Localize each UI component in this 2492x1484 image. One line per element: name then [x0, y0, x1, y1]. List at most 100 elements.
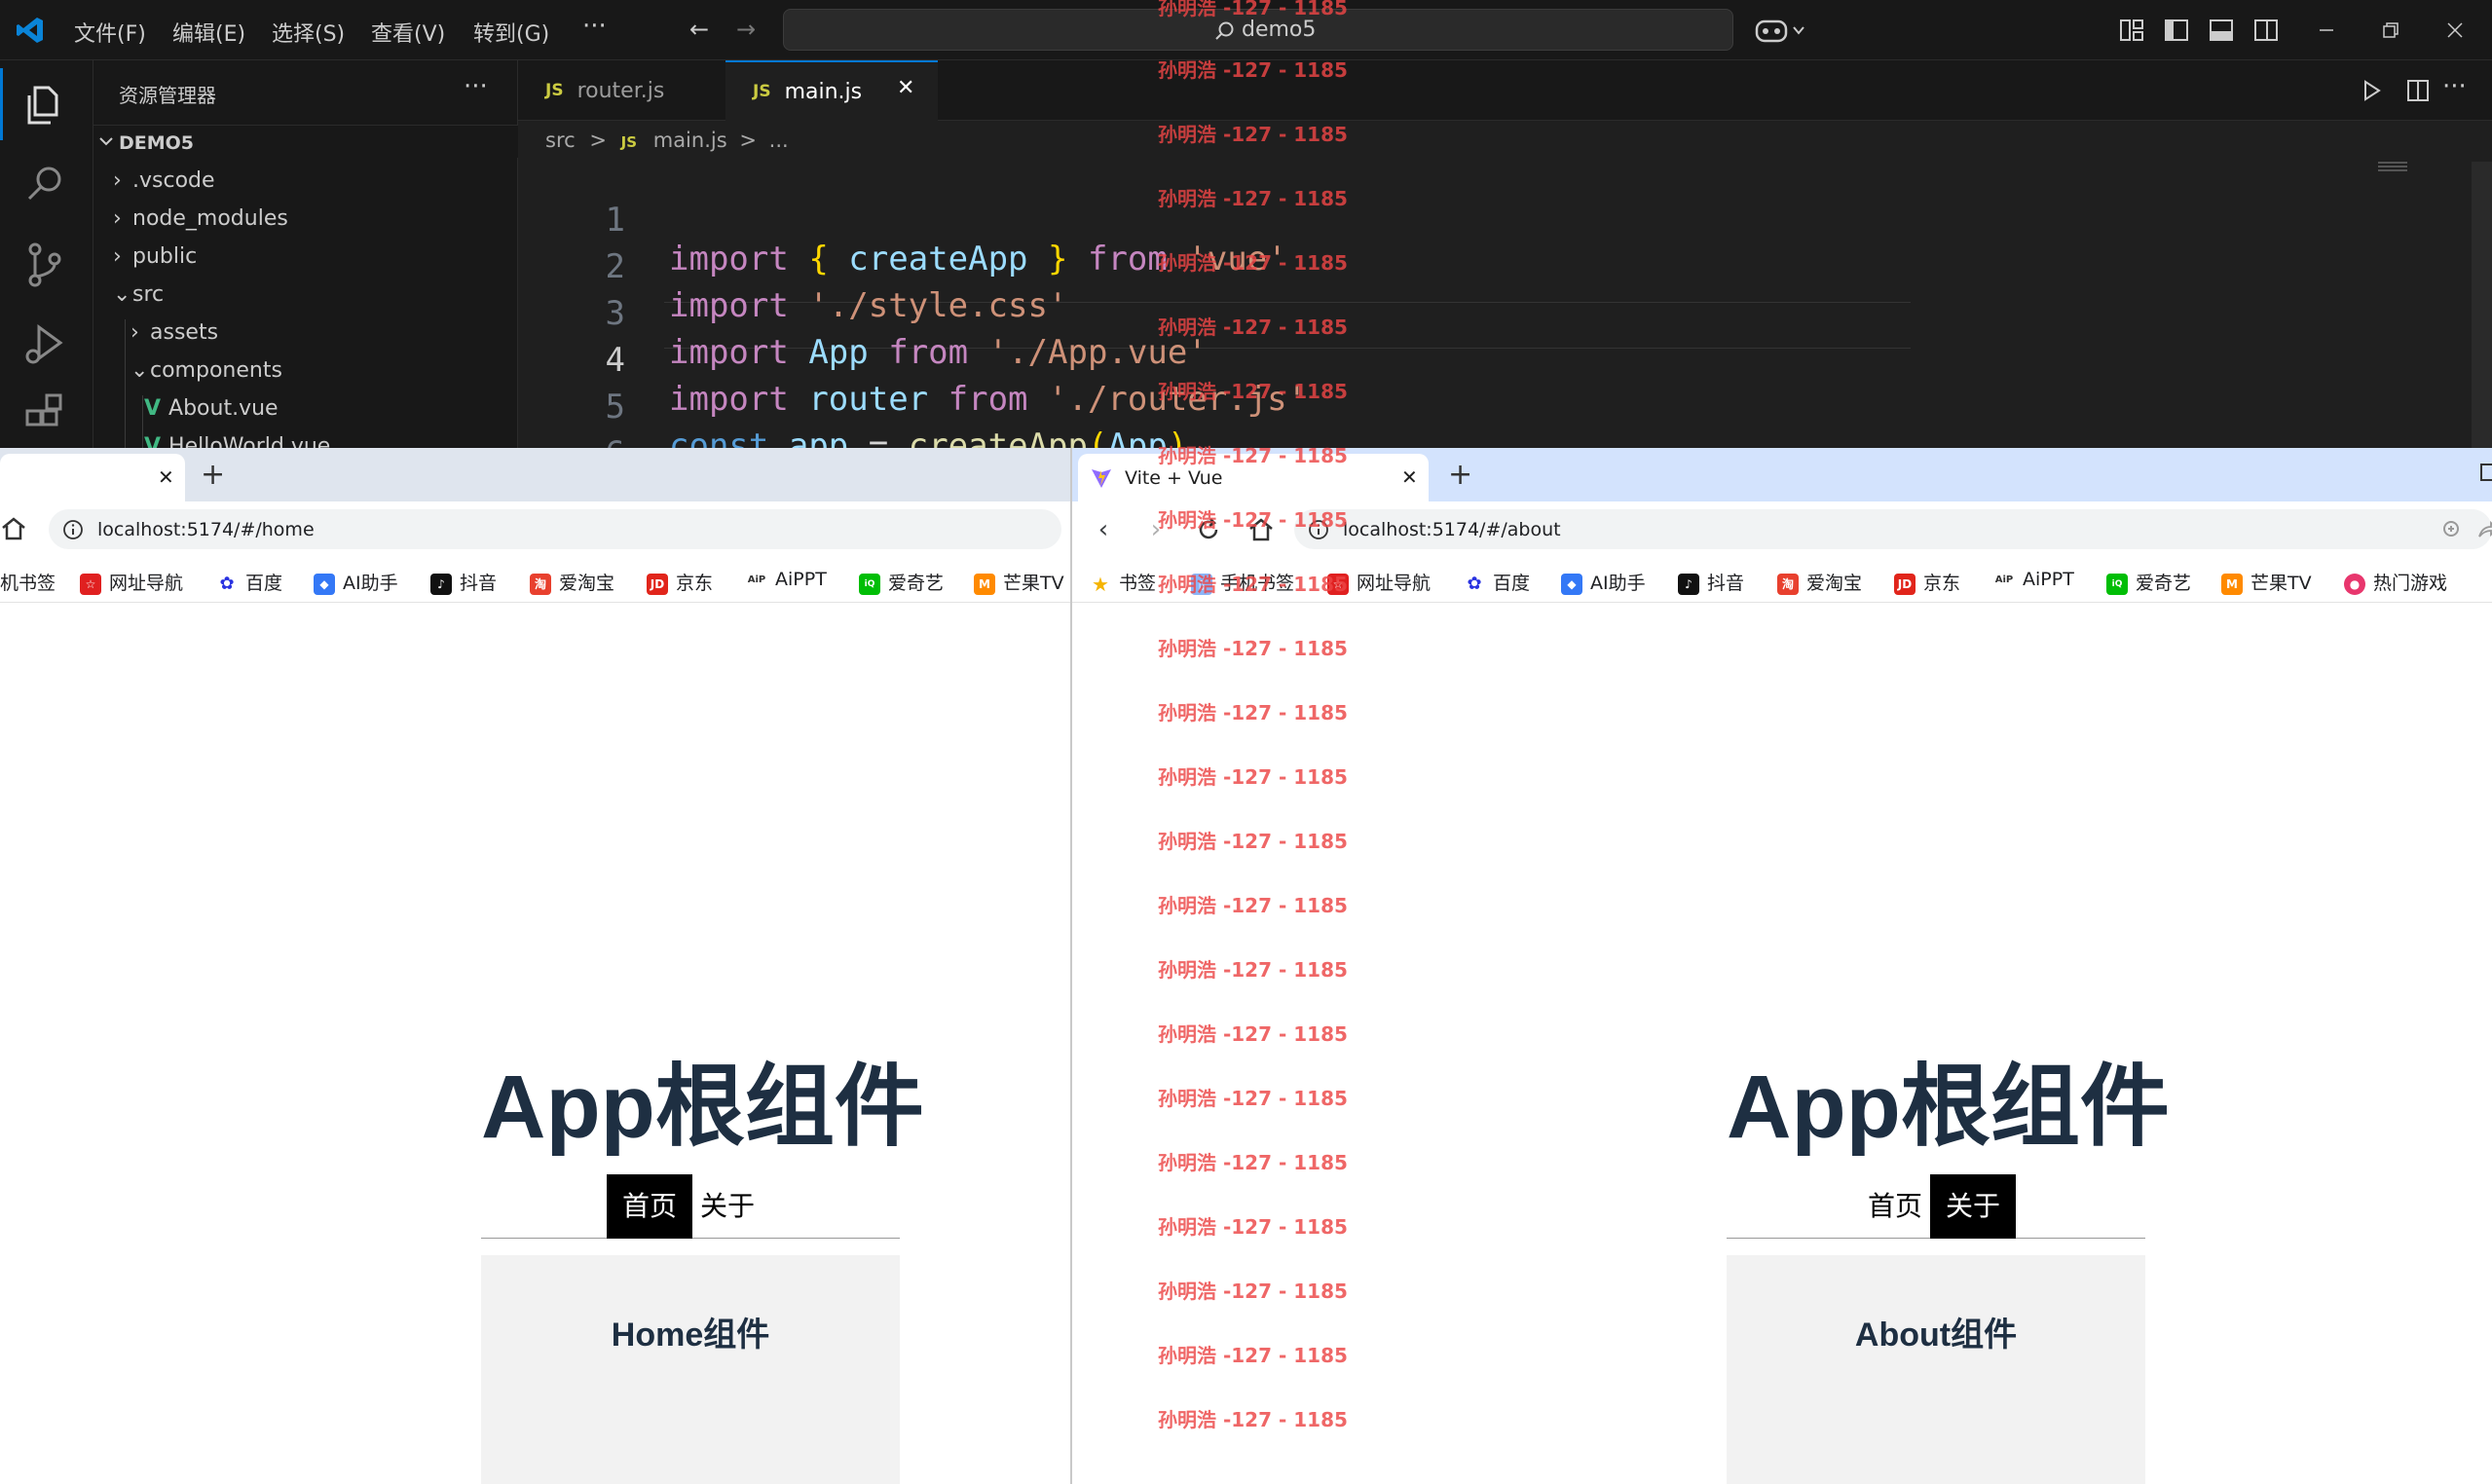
- code-line-3[interactable]: 3 import App from './App.vue': [518, 255, 2368, 372]
- customize-layout-icon[interactable]: [2119, 18, 2144, 43]
- tab-title: Vite + Vue: [1125, 466, 1223, 489]
- search-activity-icon[interactable]: [18, 158, 72, 212]
- editor-area: JS router.js JS main.js ✕ ··· src > JS m…: [518, 60, 2492, 512]
- bookmark-baidu[interactable]: ✿ 百度: [216, 569, 282, 595]
- bookmark-iqiyi[interactable]: iQ 爱奇艺: [859, 569, 944, 595]
- bookmark-mangotv[interactable]: M 芒果TV: [2221, 569, 2312, 595]
- tree-item-about-vue[interactable]: V About.vue: [144, 396, 279, 421]
- close-tab-icon[interactable]: ✕: [897, 76, 914, 100]
- iqiyi-icon: iQ: [2106, 573, 2128, 595]
- router-nav: 首页 关于: [1727, 1174, 2145, 1239]
- address-bar[interactable]: localhost:5174/#/about: [1294, 509, 2492, 549]
- watermark-text: 孙明浩 -127 - 1185: [1158, 1022, 1348, 1046]
- breadcrumb-folder[interactable]: src: [545, 129, 576, 152]
- browser-tab-home[interactable]: ✕: [0, 454, 185, 501]
- menu-more[interactable]: ···: [582, 12, 607, 41]
- tree-item-src[interactable]: ⌄src: [113, 282, 164, 307]
- restore-icon[interactable]: [2378, 18, 2403, 43]
- run-debug-icon[interactable]: [18, 317, 72, 372]
- code-line-6[interactable]: 6 app.use(router): [518, 395, 2368, 512]
- watermark-text: 孙明浩 -127 - 1185: [1158, 444, 1348, 467]
- minimap[interactable]: [2378, 162, 2407, 173]
- minimize-icon[interactable]: [2314, 18, 2339, 43]
- bookmark-jd[interactable]: JD 京东: [647, 569, 713, 595]
- close-tab-icon[interactable]: ✕: [158, 465, 174, 489]
- bookmark-mangotv[interactable]: M 芒果TV: [974, 569, 1064, 595]
- source-control-icon[interactable]: [18, 238, 72, 292]
- zoom-icon[interactable]: [2441, 519, 2463, 540]
- bookmark-iqiyi[interactable]: iQ 爱奇艺: [2106, 569, 2191, 595]
- bookmark-nav[interactable]: ☆ 网址导航: [80, 569, 183, 595]
- scrollbar[interactable]: [2472, 162, 2492, 448]
- toggle-sidebar-icon[interactable]: [2164, 18, 2189, 43]
- bookmark-baidu[interactable]: ✿ 百度: [1464, 569, 1530, 595]
- bookmark-douyin[interactable]: ♪ 抖音: [430, 569, 497, 595]
- code-line-1[interactable]: 1 import { createApp } from 'vue': [518, 162, 2368, 278]
- chevron-right-icon: ›: [113, 244, 122, 269]
- bookmark-ai[interactable]: ◆ AI助手: [1561, 569, 1646, 595]
- menu-selection[interactable]: 选择(S): [272, 17, 345, 48]
- new-tab-button[interactable]: +: [1448, 458, 1472, 492]
- close-tab-icon[interactable]: ✕: [1401, 465, 1418, 489]
- home-icon[interactable]: [0, 515, 27, 542]
- iqiyi-icon: iQ: [859, 573, 880, 595]
- tab-label: main.js: [784, 79, 863, 104]
- back-icon[interactable]: ‹: [1086, 512, 1121, 547]
- menu-view[interactable]: 查看(V): [371, 17, 445, 48]
- tab-label: router.js: [577, 78, 665, 103]
- breadcrumb-file[interactable]: main.js: [653, 129, 727, 152]
- bookmark-jd[interactable]: JD 京东: [1894, 569, 1960, 595]
- close-window-icon[interactable]: [2442, 18, 2468, 43]
- editor-more-icon[interactable]: ···: [2442, 72, 2467, 101]
- toggle-panel-icon[interactable]: [2209, 18, 2234, 43]
- tree-item-vscode[interactable]: › .vscode: [113, 168, 215, 193]
- copilot-icon[interactable]: [1755, 16, 1805, 45]
- menu-edit[interactable]: 编辑(E): [172, 17, 245, 48]
- tab-search-icon[interactable]: [2478, 462, 2492, 483]
- editor-tabs: JS router.js JS main.js ✕ ···: [518, 60, 2492, 121]
- router-nav: 首页 关于: [481, 1174, 900, 1239]
- address-bar[interactable]: localhost:5174/#/home: [49, 509, 1061, 549]
- bookmark-douyin[interactable]: ♪ 抖音: [1678, 569, 1744, 595]
- activity-bar: [0, 60, 93, 448]
- run-file-icon[interactable]: [2359, 78, 2384, 103]
- nav-home-link[interactable]: 首页: [1852, 1174, 1938, 1239]
- split-editor-icon[interactable]: [2405, 78, 2431, 103]
- bookmark-ai[interactable]: ◆ AI助手: [314, 569, 398, 595]
- tree-item-components[interactable]: ⌄components: [130, 358, 282, 383]
- mangotv-icon: M: [2221, 573, 2243, 595]
- back-arrow-icon[interactable]: ←: [684, 14, 715, 45]
- explorer-files-icon[interactable]: [18, 78, 72, 132]
- tree-item-node-modules[interactable]: › node_modules: [113, 206, 288, 231]
- bookmark-aippt[interactable]: AiP AiPPT: [1993, 569, 2074, 591]
- site-info-icon[interactable]: [62, 519, 84, 540]
- menu-go[interactable]: 转到(G): [473, 17, 549, 48]
- forward-arrow-icon[interactable]: →: [730, 14, 762, 45]
- bookmark-mobile[interactable]: 机书签: [0, 569, 56, 595]
- code-line-4[interactable]: 4 import router from './router.js': [518, 302, 2368, 419]
- new-tab-button[interactable]: +: [201, 458, 225, 492]
- toggle-secondary-sidebar-icon[interactable]: [2253, 18, 2279, 43]
- nav-about-link[interactable]: 关于: [1930, 1174, 2017, 1239]
- code-line-2[interactable]: 2 import './style.css': [518, 208, 2368, 325]
- explorer-more-button[interactable]: ···: [464, 72, 488, 101]
- browser-window-left: ✕ + localhost:5174/#/home 机书签 ☆ 网址导航 ✿ 百度 …: [0, 448, 1070, 1484]
- share-icon[interactable]: [2476, 519, 2492, 540]
- bookmark-taobao[interactable]: 淘爱淘宝: [530, 569, 614, 595]
- breadcrumb-symbol[interactable]: ...: [769, 129, 789, 152]
- nav-about-link[interactable]: 关于: [685, 1174, 770, 1239]
- menu-file[interactable]: 文件(F): [74, 17, 146, 48]
- baidu-paw-icon: ✿: [219, 573, 235, 594]
- tab-router-js[interactable]: JS router.js: [518, 60, 725, 121]
- bookmark-star[interactable]: ★ 书签: [1090, 569, 1156, 595]
- bookmark-taobao[interactable]: 淘爱淘宝: [1777, 569, 1862, 595]
- tab-main-js[interactable]: JS main.js ✕: [725, 60, 938, 121]
- tree-item-public[interactable]: › public: [113, 244, 197, 269]
- bookmark-aippt[interactable]: AiP AiPPT: [746, 569, 827, 591]
- nav-home-link[interactable]: 首页: [607, 1174, 693, 1239]
- code-line-5[interactable]: 5 const app = createApp(App): [518, 349, 2368, 465]
- tree-root-demo5[interactable]: DEMO5: [93, 125, 518, 158]
- bookmark-games[interactable]: ● 热门游戏: [2344, 569, 2447, 595]
- extensions-icon[interactable]: [18, 391, 72, 446]
- tree-item-assets[interactable]: › assets: [130, 320, 218, 345]
